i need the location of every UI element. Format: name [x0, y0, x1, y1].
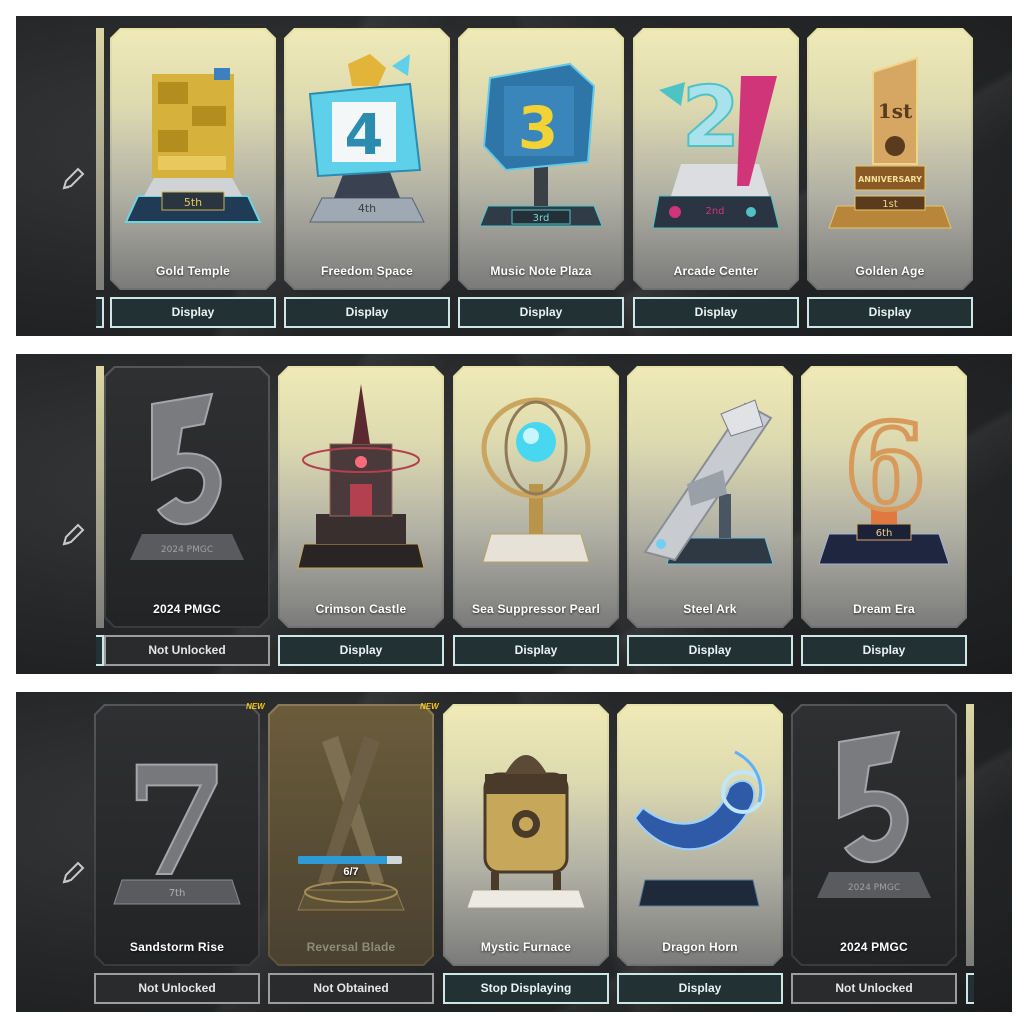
trophy-card[interactable]: 1st ANNIVERSARY 1st Golden Age — [807, 28, 973, 290]
sandstorm-rise-trophy-image: 7th 7 — [102, 722, 252, 922]
not-unlocked-button[interactable]: Not Unlocked — [104, 635, 270, 666]
plaque-text: 4th — [358, 202, 376, 215]
plaque-text: 5th — [184, 196, 202, 209]
plaque-text: 1st — [882, 199, 898, 210]
progress-text: 6/7 — [343, 866, 359, 878]
sea-suppressor-pearl-trophy-image — [461, 384, 611, 584]
pencil-icon[interactable] — [60, 166, 86, 192]
pmgc-2024-trophy-image: 2024 PMGC — [799, 722, 949, 922]
trophy-digit: 1st — [878, 99, 913, 123]
trophy-row-1: 5th Gold Temple Display 4th 4 Freedom Sp… — [16, 16, 1012, 336]
partial-card-right — [966, 704, 974, 966]
display-button[interactable]: Display — [458, 297, 624, 328]
card-title: Freedom Space — [321, 264, 413, 278]
card-title: Reversal Blade — [306, 940, 396, 954]
trophy-digit: 2 — [682, 68, 740, 166]
music-note-plaza-trophy-image: 3rd 3 — [466, 46, 616, 246]
dream-era-trophy-image: 6th 6 — [809, 384, 959, 584]
display-button[interactable]: Display — [617, 973, 783, 1004]
trophy-card[interactable]: Mystic Furnace — [443, 704, 609, 966]
partial-button-right — [966, 973, 974, 1004]
card-title: Arcade Center — [673, 264, 759, 278]
golden-age-trophy-image: 1st ANNIVERSARY 1st — [815, 46, 965, 246]
new-badge: NEW — [246, 702, 265, 711]
trophy-card-locked[interactable]: 2024 PMGC 2024 PMGC — [791, 704, 957, 966]
stop-displaying-button[interactable]: Stop Displaying — [443, 973, 609, 1004]
card-title: Golden Age — [855, 264, 925, 278]
plaque-text: 3rd — [533, 213, 550, 224]
anniversary-banner-text: ANNIVERSARY — [858, 175, 922, 184]
trophy-card[interactable]: Dragon Horn — [617, 704, 783, 966]
plaque-text: 2nd — [705, 206, 724, 217]
card-title: Steel Ark — [683, 602, 737, 616]
partial-button-left — [96, 635, 104, 666]
steel-ark-trophy-image — [635, 384, 785, 584]
display-button[interactable]: Display — [453, 635, 619, 666]
new-badge: NEW — [420, 702, 439, 711]
dragon-horn-trophy-image — [625, 722, 775, 922]
pencil-icon[interactable] — [60, 860, 86, 886]
arcade-center-trophy-image: 2nd 2 — [641, 46, 791, 246]
display-button[interactable]: Display — [633, 297, 799, 328]
progress-fill — [298, 856, 387, 864]
mystic-furnace-trophy-image — [451, 722, 601, 922]
card-title: Music Note Plaza — [490, 264, 592, 278]
trophy-digit: 7 — [125, 734, 229, 910]
gold-temple-trophy-image: 5th — [118, 46, 268, 246]
card-title: Sea Suppressor Pearl — [471, 602, 601, 616]
trophy-card[interactable]: 3rd 3 Music Note Plaza — [458, 28, 624, 290]
display-button[interactable]: Display — [278, 635, 444, 666]
plaque-text: 2024 PMGC — [161, 545, 213, 555]
progress-bar — [298, 856, 402, 864]
trophy-card[interactable]: 5th Gold Temple — [110, 28, 276, 290]
pencil-icon[interactable] — [60, 522, 86, 548]
trophy-row-3: 7th 7 Sandstorm Rise NEW Not Unlocked 6/… — [16, 692, 1012, 1012]
trophy-card[interactable]: Crimson Castle — [278, 366, 444, 628]
card-title: Sandstorm Rise — [129, 940, 225, 954]
trophy-card[interactable]: Sea Suppressor Pearl — [453, 366, 619, 628]
display-button[interactable]: Display — [110, 297, 276, 328]
freedom-space-trophy-image: 4th 4 — [292, 46, 442, 246]
display-button[interactable]: Display — [627, 635, 793, 666]
partial-card-left — [96, 28, 104, 290]
trophy-card-locked[interactable]: 7th 7 Sandstorm Rise — [94, 704, 260, 966]
trophy-card-locked[interactable]: 2024 PMGC 2024 PMGC — [104, 366, 270, 628]
display-button[interactable]: Display — [801, 635, 967, 666]
trophy-card[interactable]: 2nd 2 Arcade Center — [633, 28, 799, 290]
display-button[interactable]: Display — [807, 297, 973, 328]
trophy-row-2: 2024 PMGC 2024 PMGC Not Unlocked Crimson… — [16, 354, 1012, 674]
partial-button-left — [96, 297, 104, 328]
trophy-digit: 3 — [518, 94, 558, 162]
plaque-text: 2024 PMGC — [848, 883, 900, 893]
trophy-card[interactable]: 4th 4 Freedom Space — [284, 28, 450, 290]
pmgc-2024-trophy-image: 2024 PMGC — [112, 384, 262, 584]
card-title: Gold Temple — [156, 264, 230, 278]
card-title: 2024 PMGC — [153, 602, 221, 616]
card-title: Dragon Horn — [662, 940, 738, 954]
not-unlocked-button[interactable]: Not Unlocked — [94, 973, 260, 1004]
not-obtained-button[interactable]: Not Obtained — [268, 973, 434, 1004]
not-unlocked-button[interactable]: Not Unlocked — [791, 973, 957, 1004]
card-title: Dream Era — [853, 602, 915, 616]
display-button[interactable]: Display — [284, 297, 450, 328]
card-title: 2024 PMGC — [840, 940, 908, 954]
trophy-card[interactable]: Steel Ark — [627, 366, 793, 628]
trophy-digit: 4 — [345, 103, 384, 168]
trophy-card-not-obtained[interactable]: 6/7 Reversal Blade — [268, 704, 434, 966]
card-title: Mystic Furnace — [480, 940, 572, 954]
card-title: Crimson Castle — [315, 602, 407, 616]
reversal-blade-trophy-image — [276, 722, 426, 922]
crimson-castle-trophy-image — [286, 384, 436, 584]
partial-card-left — [96, 366, 104, 628]
trophy-digit: 6 — [844, 397, 926, 536]
trophy-card[interactable]: 6th 6 Dream Era — [801, 366, 967, 628]
